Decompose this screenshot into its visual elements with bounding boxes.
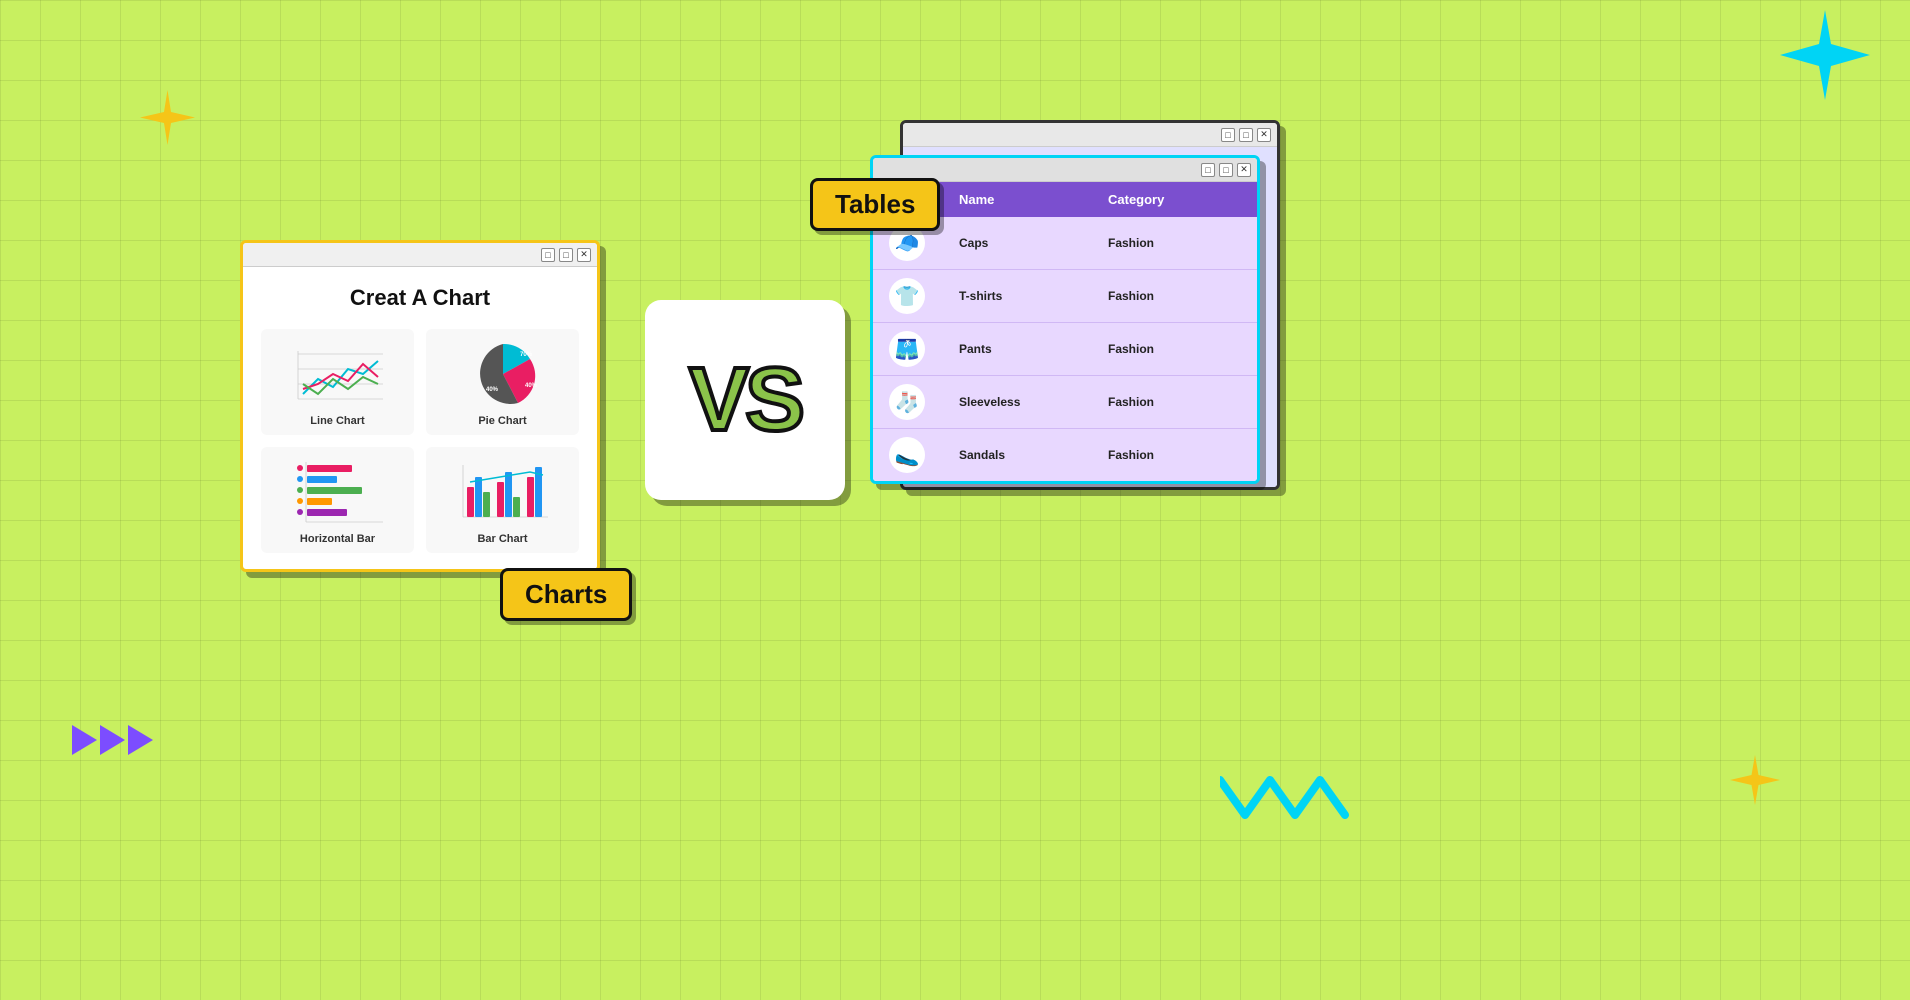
vs-text: VS xyxy=(689,355,801,445)
table-cell-icon: 🧢 xyxy=(889,225,959,261)
pants-icon: 🩳 xyxy=(889,331,925,367)
tables-front-close[interactable]: ✕ xyxy=(1237,163,1251,177)
line-chart-svg xyxy=(288,339,388,409)
charts-window-title: Creat A Chart xyxy=(261,285,579,311)
table-row: 🩳 Pants Fashion xyxy=(873,323,1257,376)
table-cell-icon: 🧦 xyxy=(889,384,959,420)
tables-header-name: Name xyxy=(959,192,1108,207)
table-cell-name: Sleeveless xyxy=(959,395,1108,409)
tables-header-image: Image xyxy=(889,192,959,207)
bar-chart-card[interactable]: Bar Chart xyxy=(426,447,579,553)
table-cell-name: T-shirts xyxy=(959,289,1108,303)
sleeveless-icon: 🧦 xyxy=(889,384,925,420)
hbar-chart-card[interactable]: Horizontal Bar xyxy=(261,447,414,553)
tables-front-minimize[interactable]: □ xyxy=(1201,163,1215,177)
charts-window: □ □ ✕ Creat A Chart xyxy=(240,240,600,572)
table-row: 👕 T-shirts Fashion xyxy=(873,270,1257,323)
line-chart-label: Line Chart xyxy=(310,415,364,427)
svg-text:70%: 70% xyxy=(520,352,533,358)
table-cell-category: Fashion xyxy=(1108,342,1257,356)
charts-badge: Charts xyxy=(500,568,632,621)
bar-chart-label: Bar Chart xyxy=(477,533,527,545)
tables-front-maximize[interactable]: □ xyxy=(1219,163,1233,177)
star-cyan-deco xyxy=(1780,10,1870,100)
table-cell-category: Fashion xyxy=(1108,448,1257,462)
chart-grid: Line Chart 70% 40% 40% Pie Chart xyxy=(261,329,579,553)
table-cell-icon: 🩳 xyxy=(889,331,959,367)
star-gold-br-deco xyxy=(1730,755,1780,805)
tshirt-icon: 👕 xyxy=(889,278,925,314)
tables-back-maximize[interactable]: □ xyxy=(1239,128,1253,142)
titlebar-minimize[interactable]: □ xyxy=(541,248,555,262)
svg-text:40%: 40% xyxy=(486,387,499,393)
tables-back-minimize[interactable]: □ xyxy=(1221,128,1235,142)
vs-box: VS xyxy=(645,300,845,500)
line-chart-card[interactable]: Line Chart xyxy=(261,329,414,435)
table-cell-category: Fashion xyxy=(1108,395,1257,409)
table-body: 🧢 Caps Fashion 👕 T-shirts Fashion 🩳 Pant… xyxy=(873,217,1257,481)
sandals-icon: 🥿 xyxy=(889,437,925,473)
tables-back-close[interactable]: ✕ xyxy=(1257,128,1271,142)
svg-text:40%: 40% xyxy=(525,383,538,389)
pie-chart-svg: 70% 40% 40% xyxy=(468,339,538,409)
hbar-chart-label: Horizontal Bar xyxy=(300,533,375,545)
tables-header-category: Category xyxy=(1108,192,1257,207)
tables-back-titlebar: □ □ ✕ xyxy=(903,123,1277,147)
star-yellow-deco xyxy=(140,90,195,145)
tables-header: Image Name Category xyxy=(873,182,1257,217)
tables-front-titlebar: □ □ ✕ xyxy=(873,158,1257,182)
charts-badge-label: Charts xyxy=(525,579,607,609)
hbar-chart-svg xyxy=(288,457,388,527)
table-cell-category: Fashion xyxy=(1108,236,1257,250)
table-cell-icon: 🥿 xyxy=(889,437,959,473)
table-row: 🧢 Caps Fashion xyxy=(873,217,1257,270)
table-row: 🥿 Sandals Fashion xyxy=(873,429,1257,481)
charts-titlebar: □ □ ✕ xyxy=(243,243,597,267)
titlebar-close[interactable]: ✕ xyxy=(577,248,591,262)
table-cell-category: Fashion xyxy=(1108,289,1257,303)
zigzag-cyan-deco xyxy=(1220,760,1350,845)
table-cell-name: Sandals xyxy=(959,448,1108,462)
tables-window-front: □ □ ✕ Image Name Category 🧢 Caps Fashion… xyxy=(870,155,1260,484)
bar-chart-svg xyxy=(453,457,553,527)
table-cell-name: Pants xyxy=(959,342,1108,356)
arrows-purple-deco xyxy=(72,715,162,770)
table-cell-icon: 👕 xyxy=(889,278,959,314)
titlebar-maximize[interactable]: □ xyxy=(559,248,573,262)
caps-icon: 🧢 xyxy=(889,225,925,261)
charts-window-body: Creat A Chart Line Cha xyxy=(243,267,597,569)
table-row: 🧦 Sleeveless Fashion xyxy=(873,376,1257,429)
table-cell-name: Caps xyxy=(959,236,1108,250)
pie-chart-card[interactable]: 70% 40% 40% Pie Chart xyxy=(426,329,579,435)
pie-chart-label: Pie Chart xyxy=(478,415,526,427)
